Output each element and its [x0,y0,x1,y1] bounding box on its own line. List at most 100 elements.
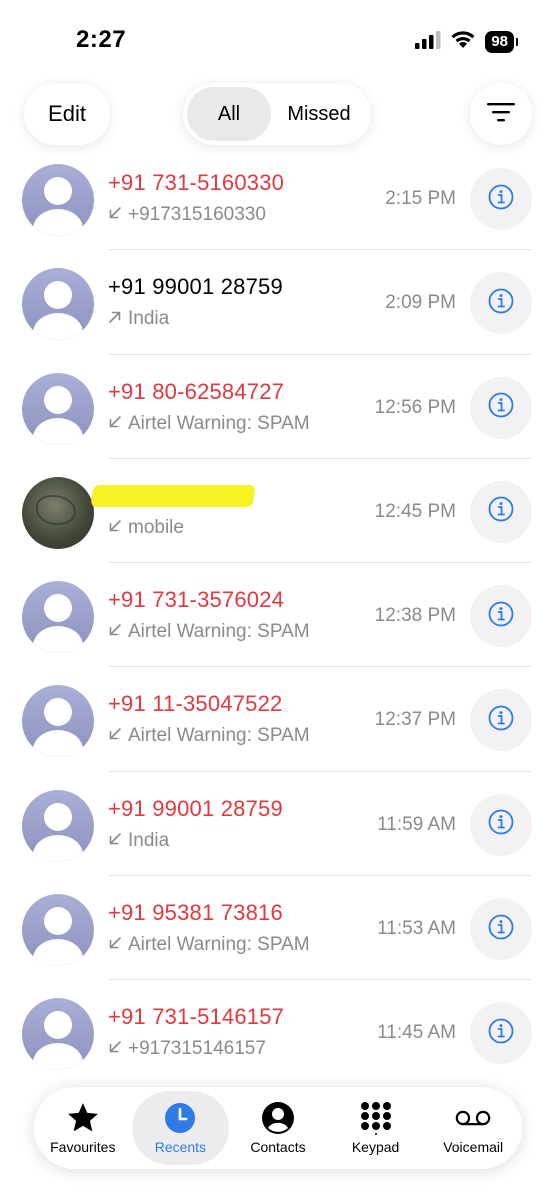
call-info-button[interactable] [470,168,532,230]
incoming-call-arrow-icon [108,413,122,434]
redaction-highlight [90,484,256,507]
incoming-call-arrow-icon [108,725,122,746]
call-detail-text: India [128,829,170,851]
tab-keypad-label: Keypad [351,1139,400,1155]
filter-segmented-control: All Missed [183,83,371,145]
call-info-button[interactable] [470,1002,532,1065]
caller-name: +91 99001 28759 [108,274,283,300]
avatar [22,372,94,445]
call-time: 12:45 PM [374,500,456,522]
call-info-button[interactable] [470,480,532,543]
caller-name: +91 731-5160330 [108,170,285,195]
call-row[interactable]: +91 95381 73816 Airtel Warning: SPAM 11:53… [0,876,554,981]
call-info-button[interactable] [470,376,532,439]
contact-photo-avatar [22,476,94,549]
call-row[interactable]: +91 80-62584727 Airtel Warning: SPAM 12:56… [0,355,554,459]
tab-voicemail-label: Voicemail [443,1139,504,1155]
call-time: 2:09 PM [385,292,456,314]
voicemail-icon [455,1101,491,1135]
call-row[interactable]: +91 731-3576024 Airtel Warning: SPAM 12:38… [0,563,554,668]
tab-contacts[interactable]: Contacts [229,1091,327,1165]
call-time: 12:37 PM [374,709,456,731]
tab-contacts-label: Contacts [250,1139,306,1155]
edit-button[interactable]: Edit [24,83,110,145]
call-time: 11:59 AM [377,813,456,835]
info-icon [488,1018,514,1049]
call-time: 12:38 PM [374,605,456,627]
filter-missed-tab[interactable]: Missed [271,87,367,141]
call-info-button[interactable] [470,793,532,856]
caller-name: +91 731-3576024 [108,587,285,613]
info-icon [488,392,514,423]
caller-name: +91 80-62584727 [108,378,285,404]
call-detail: Airtel Warning: SPAM [108,934,310,956]
tab-recents[interactable]: Recents [131,1091,230,1165]
call-time: 12:56 PM [374,396,456,418]
call-detail-text: +917315146157 [128,1038,266,1060]
status-time: 2:27 [76,26,127,53]
avatar [22,789,94,862]
wifi-icon [450,30,476,54]
call-detail-text: Airtel Warning: SPAM [128,725,310,747]
filter-lines-icon [487,102,515,127]
battery-indicator: 98 [485,31,518,53]
call-detail-text: +917315160330 [128,204,266,225]
caller-name: +91 731-5146157 [108,1004,285,1030]
call-info-button[interactable] [470,585,532,648]
info-icon [488,496,514,527]
call-info-button[interactable] [470,689,532,752]
call-detail: India [108,830,169,852]
call-detail-text: India [128,308,170,330]
call-detail-text: Airtel Warning: SPAM [128,621,310,643]
call-time: 11:45 AM [377,1022,456,1044]
clock-icon [162,1101,198,1135]
info-icon [488,184,514,215]
call-row[interactable]: mobile 12:45 PM [0,459,554,564]
info-icon [488,914,514,945]
incoming-call-arrow-icon [108,204,122,225]
info-icon [488,705,514,736]
call-row[interactable]: +91 731-5146157 +917315146157 11:45 AM [0,980,554,1084]
call-info-button[interactable] [470,272,532,335]
avatar [22,164,94,236]
keypad-icon [358,1101,394,1135]
recents-call-list: +91 731-5160330 +917315160330 2:15 PM +91 9… [0,146,554,1085]
call-row[interactable]: +91 99001 28759 India 11:59 AM [0,772,554,877]
info-icon [488,288,514,319]
call-detail: mobile [108,517,184,539]
avatar [22,581,94,654]
avatar [22,685,94,758]
call-detail: +917315146157 [108,1038,266,1060]
call-row[interactable]: +91 731-5160330 +917315160330 2:15 PM [0,146,554,251]
tab-favourites[interactable]: Favourites [34,1091,132,1165]
incoming-call-arrow-icon [108,517,122,538]
incoming-call-arrow-icon [108,621,122,642]
info-icon [488,601,514,632]
call-detail: Airtel Warning: SPAM [108,413,310,435]
filter-menu-button[interactable] [470,83,532,145]
incoming-call-arrow-icon [108,1038,122,1059]
outgoing-call-arrow-icon [108,308,122,329]
caller-name: +91 95381 73816 [108,900,283,926]
tab-recents-label: Recents [154,1139,207,1155]
tab-bar: Favourites Recents Contacts Keypad Voice… [34,1087,522,1169]
caller-name: +91 11-35047522 [108,691,283,717]
call-row[interactable]: +91 11-35047522 Airtel Warning: SPAM 12:37… [0,667,554,772]
call-detail: +917315160330 [108,204,266,226]
avatar [22,998,94,1071]
tab-voicemail[interactable]: Voicemail [424,1091,522,1165]
call-row[interactable]: +91 99001 28759 India 2:09 PM [0,250,554,355]
info-icon [488,809,514,840]
filter-all-tab[interactable]: All [187,87,271,141]
call-detail: Airtel Warning: SPAM [108,621,310,643]
person-icon [260,1101,296,1135]
status-bar: 2:27 98 [0,0,554,80]
call-info-button[interactable] [470,898,532,961]
incoming-call-arrow-icon [108,830,122,851]
tab-favourites-label: Favourites [50,1139,116,1155]
call-detail: India [108,308,169,330]
tab-keypad[interactable]: Keypad [327,1091,425,1165]
star-icon [65,1101,101,1135]
call-detail: Airtel Warning: SPAM [108,725,310,747]
call-detail-text: Airtel Warning: SPAM [128,934,310,956]
